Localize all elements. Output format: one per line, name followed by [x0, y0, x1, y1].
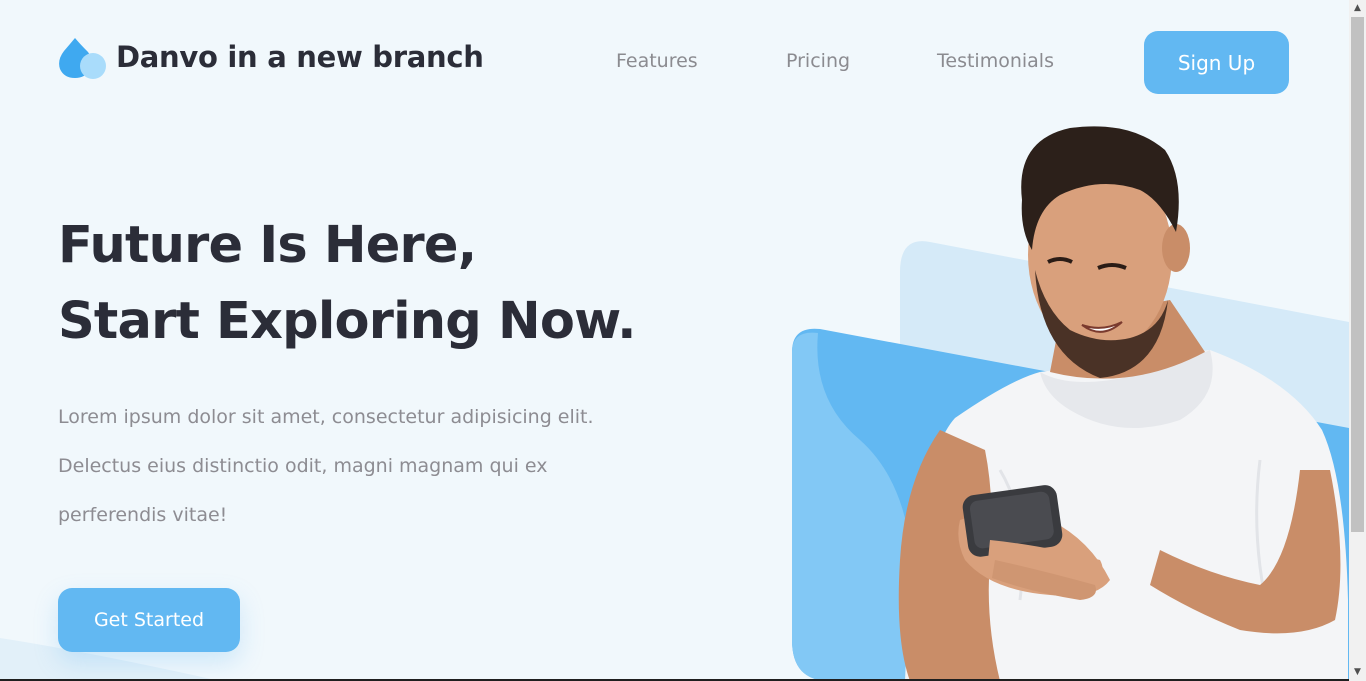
- background-panel-pale: [900, 241, 1349, 681]
- hero-headline-line-2: Start Exploring Now.: [58, 292, 637, 351]
- sign-up-button[interactable]: Sign Up: [1144, 31, 1289, 94]
- water-drops-icon: [59, 38, 106, 79]
- hero-description-line-2: Delectus eius distinctio odit, magni mag…: [58, 455, 548, 477]
- brand[interactable]: Danvo in a new branch: [58, 34, 484, 80]
- nav-link-testimonials[interactable]: Testimonials: [937, 50, 1054, 72]
- scroll-down-arrow-icon[interactable]: ▼: [1349, 664, 1366, 681]
- hero-headline-line-1: Future Is Here,: [58, 216, 477, 275]
- background-panel-blue: [792, 328, 1349, 681]
- hero-description-line-3: perferendis vitae!: [58, 504, 228, 526]
- hero-headline: Future Is Here, Start Exploring Now.: [58, 208, 637, 360]
- landing-page: Danvo in a new branch Features Pricing T…: [0, 0, 1366, 681]
- scroll-up-arrow-icon[interactable]: ▲: [1349, 0, 1366, 17]
- hero-description: Lorem ipsum dolor sit amet, consectetur …: [58, 393, 678, 540]
- scrollbar-thumb[interactable]: [1351, 17, 1364, 532]
- nav-link-pricing[interactable]: Pricing: [786, 50, 850, 72]
- man-photo: [898, 126, 1348, 681]
- hero-description-line-1: Lorem ipsum dolor sit amet, consectetur …: [58, 406, 594, 428]
- get-started-button[interactable]: Get Started: [58, 588, 240, 652]
- vertical-scrollbar[interactable]: ▲ ▼: [1349, 0, 1366, 681]
- nav-link-features[interactable]: Features: [616, 50, 698, 72]
- brand-name: Danvo in a new branch: [116, 40, 484, 74]
- background-panel-blue-highlight: [792, 332, 912, 681]
